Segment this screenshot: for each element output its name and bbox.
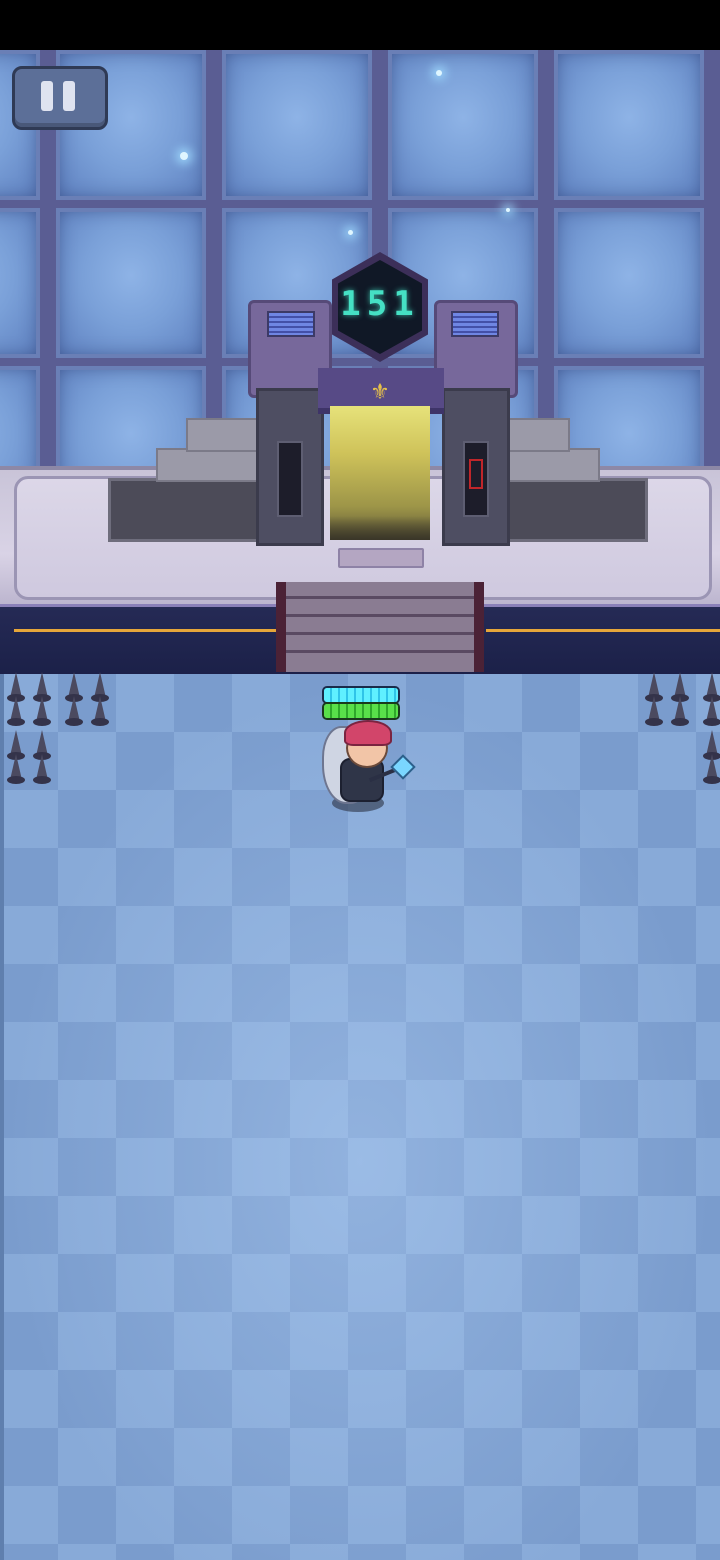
elevator-right-column xyxy=(442,388,510,546)
right-step-block xyxy=(502,478,648,542)
sparkle-icon xyxy=(436,70,442,76)
left-step-top xyxy=(156,448,260,482)
spike-trap xyxy=(702,730,720,784)
energy-bar-fill xyxy=(324,688,398,702)
floor-number: 151 xyxy=(340,284,420,324)
trim-line xyxy=(14,629,278,632)
pause-button[interactable] xyxy=(12,66,108,130)
spike-trap xyxy=(702,672,720,726)
left-step-block xyxy=(108,478,264,542)
left-step-top-upper xyxy=(186,418,260,452)
player-character[interactable] xyxy=(318,716,416,818)
spike-trap xyxy=(6,672,60,726)
floor-edge xyxy=(0,674,4,1560)
elevator-door-shadow xyxy=(330,516,430,540)
spike-trap xyxy=(644,672,698,726)
fleur-de-lis-icon: ⚜ xyxy=(370,380,390,405)
gem-icon xyxy=(390,754,416,780)
trim-line xyxy=(486,629,720,632)
spike-trap xyxy=(64,672,118,726)
game-scene: ⚜ 151 xyxy=(0,0,720,1560)
vent-icon xyxy=(451,311,499,337)
elevator-call-button-icon xyxy=(469,459,483,489)
elevator-left-column xyxy=(256,388,324,546)
right-step-top xyxy=(502,448,600,482)
doormat xyxy=(338,548,424,568)
sparkle-icon xyxy=(180,152,188,160)
floor-indicator: 151 xyxy=(332,252,428,362)
spike-trap xyxy=(6,730,60,784)
right-step-top-upper xyxy=(502,418,570,452)
elevator-right-tower xyxy=(434,300,518,398)
sparkle-icon xyxy=(506,208,510,212)
status-bar xyxy=(0,0,720,50)
vent-icon xyxy=(267,311,315,337)
stairs xyxy=(276,582,484,672)
sparkle-icon xyxy=(348,230,353,235)
